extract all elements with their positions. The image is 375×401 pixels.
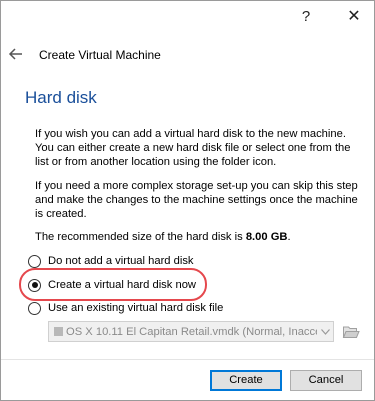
back-arrow-icon[interactable] (8, 46, 24, 62)
advanced-storage-text: If you need a more complex storage set-u… (35, 180, 358, 220)
existing-disk-value: OS X 10.11 El Capitan Retail.vmdk (Norma… (66, 325, 317, 338)
no-disk-radio[interactable] (28, 254, 41, 268)
folder-icon[interactable] (342, 323, 360, 340)
recommended-size-value: 8.00 GB (245, 231, 288, 243)
create-disk-radio[interactable] (28, 278, 41, 292)
wizard-header: Create Virtual Machine (1, 43, 374, 67)
footer-divider (1, 359, 374, 360)
close-icon: ✕ (347, 8, 361, 25)
chevron-down-icon (317, 322, 333, 341)
help-icon: ? (301, 8, 311, 25)
create-vm-dialog: ? ✕ Create Virtual Machine Hard disk If … (0, 0, 375, 401)
cancel-button[interactable]: Cancel (290, 370, 362, 391)
page-title: Hard disk (25, 88, 97, 107)
create-button[interactable]: Create (210, 370, 282, 391)
help-button[interactable]: ? (296, 7, 316, 27)
existing-disk-radio[interactable] (28, 301, 41, 315)
no-disk-label: Do not add a virtual hard disk (48, 255, 194, 267)
recommended-size-text: The recommended size of the hard disk is… (35, 230, 365, 244)
create-disk-label: Create a virtual hard disk now (48, 279, 196, 291)
title-bar: ? ✕ (1, 1, 374, 33)
intro-text: If you wish you can add a virtual hard d… (35, 128, 351, 168)
wizard-title: Create Virtual Machine (39, 48, 161, 62)
close-button[interactable]: ✕ (344, 7, 364, 27)
recommended-size-suffix: . (287, 231, 291, 243)
existing-disk-select[interactable]: OS X 10.11 El Capitan Retail.vmdk (Norma… (48, 321, 334, 342)
disk-image-icon (54, 327, 63, 336)
option-create-disk[interactable]: Create a virtual hard disk now (28, 277, 196, 293)
recommended-size-prefix: The recommended size of the hard disk is (35, 231, 246, 243)
option-existing-disk[interactable]: Use an existing virtual hard disk file (28, 300, 223, 316)
option-no-disk[interactable]: Do not add a virtual hard disk (28, 253, 194, 269)
existing-disk-label: Use an existing virtual hard disk file (48, 302, 224, 314)
